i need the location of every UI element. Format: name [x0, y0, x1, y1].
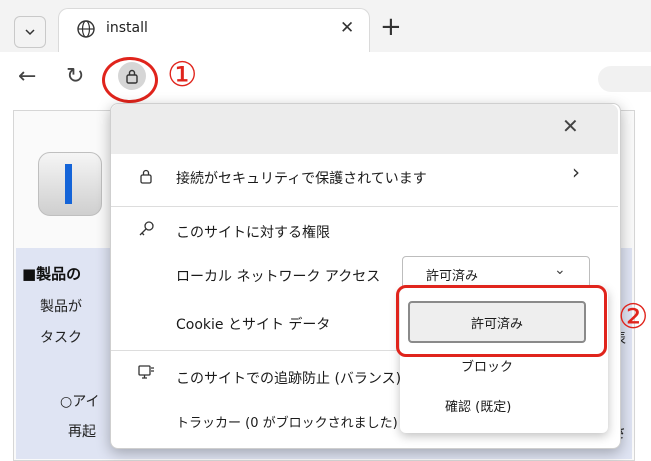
annotation-marker-1: ①: [167, 55, 198, 95]
chevron-down-icon: ⌄: [554, 262, 566, 278]
popup-header: [111, 104, 618, 154]
dropdown-option-block[interactable]: ブロック: [461, 356, 513, 375]
connection-secure-item[interactable]: 接続がセキュリティで保護されています: [176, 168, 427, 188]
annotation-circle: [102, 57, 158, 103]
trackers-item[interactable]: トラッカー (0 がブロックされました): [176, 412, 398, 431]
page-text-line: ○アイ: [60, 394, 100, 410]
app-logo-mark: [65, 164, 72, 204]
page-text-line: 再起: [68, 424, 96, 440]
active-tab[interactable]: [58, 8, 370, 53]
chevron-down-icon: [25, 29, 35, 36]
annotation-highlight: [396, 285, 607, 357]
cookie-site-data-item[interactable]: Cookie とサイト データ: [176, 314, 330, 334]
tab-title: install: [106, 20, 148, 36]
tab-list-dropdown[interactable]: [14, 16, 46, 48]
tracking-prevention-item[interactable]: このサイトでの追跡防止 (バランス): [176, 368, 401, 388]
chevron-right-icon[interactable]: ›: [572, 160, 580, 184]
divider: [111, 206, 618, 207]
permissions-heading: このサイトに対する権限: [176, 225, 330, 241]
divider: [111, 350, 401, 351]
local-network-label: ローカル ネットワーク アクセス: [176, 269, 381, 285]
dropdown-option-ask-default[interactable]: 確認 (既定): [445, 396, 511, 415]
page-heading: ■製品の: [22, 265, 82, 283]
tracking-prevention-icon: [138, 365, 154, 379]
annotation-marker-2: ②: [618, 297, 649, 337]
page-text-line: 製品が: [40, 299, 82, 315]
close-tab-icon[interactable]: ✕: [340, 18, 354, 38]
new-tab-icon[interactable]: +: [380, 12, 402, 42]
toolbar: [0, 52, 651, 104]
lock-icon: [140, 169, 152, 184]
local-network-value: 許可済み: [426, 269, 479, 284]
page-text-line: タスク: [40, 330, 82, 346]
key-icon: [139, 221, 154, 236]
close-icon[interactable]: ✕: [562, 114, 579, 138]
back-arrow-icon[interactable]: ←: [18, 64, 36, 89]
globe-icon: [77, 20, 95, 38]
address-bar-edge[interactable]: [598, 66, 651, 92]
reload-icon[interactable]: ↻: [66, 64, 84, 89]
